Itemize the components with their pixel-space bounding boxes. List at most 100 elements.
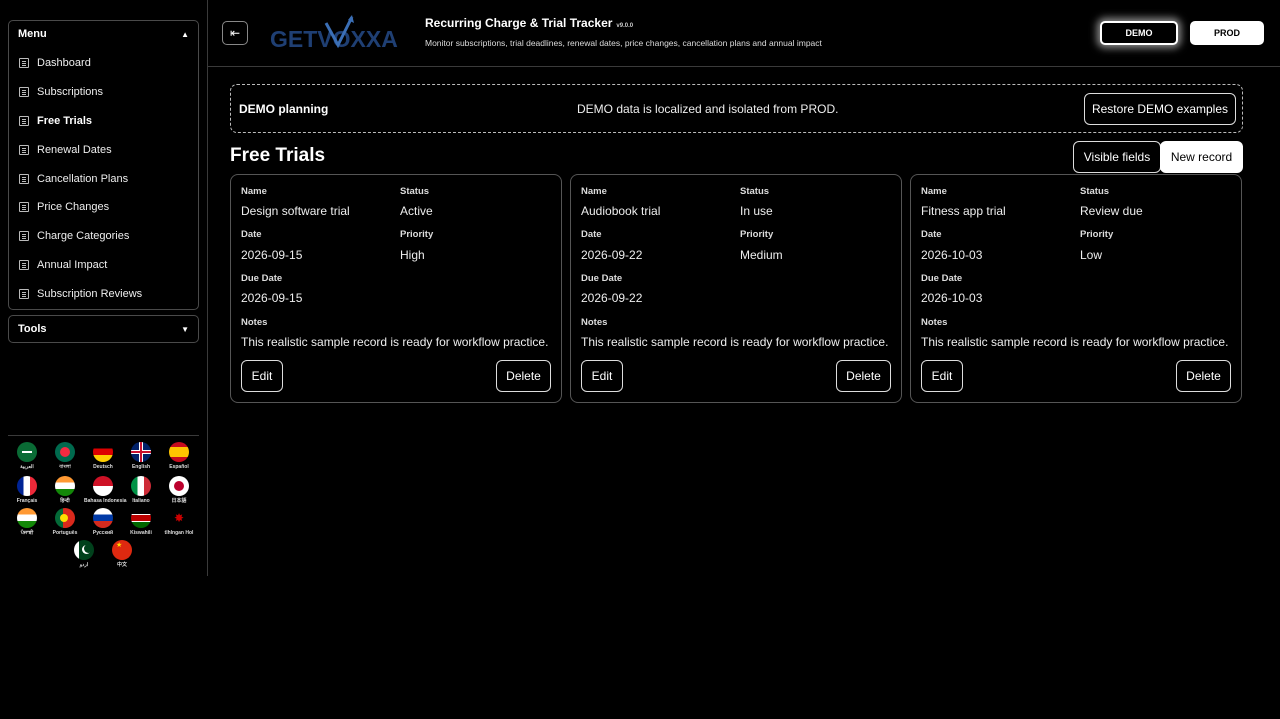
date-label: Date <box>921 229 942 240</box>
demo-env-button[interactable]: DEMO <box>1100 21 1178 45</box>
due-date-label: Due Date <box>241 273 283 284</box>
language-label: العربية <box>20 464 34 470</box>
edit-button[interactable]: Edit <box>241 360 283 392</box>
menu-label: Menu <box>18 28 47 40</box>
language-chinese[interactable]: ★ 中文 <box>103 540 141 568</box>
language-label: 中文 <box>116 562 127 568</box>
klingon-emblem-icon: ✸ <box>169 508 189 528</box>
document-icon <box>19 87 29 98</box>
document-icon <box>19 259 29 270</box>
language-punjabi[interactable]: ਪੰਜਾਬੀ <box>8 508 46 536</box>
banner-message: DEMO data is localized and isolated from… <box>577 102 839 116</box>
uk-flag-icon <box>131 442 151 462</box>
record-card: Name Audiobook trial Status In use Date … <box>570 174 902 403</box>
notes-label: Notes <box>241 317 268 328</box>
germany-flag-icon <box>93 442 113 462</box>
sidebar-item-label: Free Trials <box>37 114 93 127</box>
sidebar-item-label: Subscriptions <box>37 86 104 99</box>
language-bengali[interactable]: বাংলা <box>46 442 84 470</box>
language-klingon[interactable]: ✸ tlhIngan Hol <box>160 508 198 536</box>
language-russian[interactable]: Русский <box>84 508 122 536</box>
language-swahili[interactable]: Kiswahili <box>122 508 160 536</box>
banner-title: DEMO planning <box>239 102 329 116</box>
edit-button[interactable]: Edit <box>581 360 623 392</box>
notes-label: Notes <box>581 317 608 328</box>
tools-header[interactable]: Tools ▼ <box>9 316 198 342</box>
language-japanese[interactable]: 日本語 <box>160 476 198 504</box>
prod-env-button[interactable]: PROD <box>1190 21 1264 45</box>
sidebar: Menu ▲ Dashboard Subscriptions Free Tria… <box>0 0 208 576</box>
name-label: Name <box>921 186 947 197</box>
language-arabic[interactable]: العربية <box>8 442 46 470</box>
status-label: Status <box>1080 186 1110 197</box>
bangladesh-flag-icon <box>55 442 75 462</box>
language-label: Bahasa Indonesia <box>84 498 127 504</box>
sidebar-item-label: Dashboard <box>37 57 91 70</box>
language-label: Русский <box>92 530 114 536</box>
app: Menu ▲ Dashboard Subscriptions Free Tria… <box>0 0 1280 719</box>
kenya-flag-icon <box>131 508 151 528</box>
language-hindi[interactable]: हिन्दी <box>46 476 84 504</box>
menu-panel: Menu ▲ Dashboard Subscriptions Free Tria… <box>8 20 199 310</box>
record-card: Name Design software trial Status Active… <box>230 174 562 403</box>
delete-button[interactable]: Delete <box>496 360 551 392</box>
language-label: English <box>131 464 151 470</box>
sidebar-item-annual-impact[interactable]: Annual Impact <box>9 251 198 280</box>
name-value: Fitness app trial <box>921 204 1006 218</box>
language-spanish[interactable]: Español <box>160 442 198 470</box>
language-german[interactable]: Deutsch <box>84 442 122 470</box>
language-label: اردو <box>79 562 89 568</box>
india-flag-icon <box>55 476 75 496</box>
priority-label: Priority <box>400 229 434 240</box>
language-italian[interactable]: Italiano <box>122 476 160 504</box>
pakistan-flag-icon <box>74 540 94 560</box>
japan-flag-icon <box>169 476 189 496</box>
collapse-sidebar-button[interactable]: ⇤ <box>222 21 248 45</box>
new-record-button[interactable]: New record <box>1160 141 1243 173</box>
sidebar-item-charge-categories[interactable]: Charge Categories <box>9 222 198 251</box>
russia-flag-icon <box>93 508 113 528</box>
language-french[interactable]: Français <box>8 476 46 504</box>
app-title: Recurring Charge & Trial Tracker v9.0.0 <box>425 16 633 30</box>
demo-banner: DEMO planning DEMO data is localized and… <box>230 84 1243 133</box>
status-value: In use <box>740 204 773 218</box>
language-indonesian[interactable]: Bahasa Indonesia <box>84 476 127 504</box>
date-value: 2026-09-22 <box>581 248 643 262</box>
date-value: 2026-10-03 <box>921 248 983 262</box>
document-icon <box>19 231 29 242</box>
document-icon <box>19 173 29 184</box>
restore-demo-button[interactable]: Restore DEMO examples <box>1084 93 1236 125</box>
divider <box>8 435 199 436</box>
document-icon <box>19 288 29 299</box>
delete-button[interactable]: Delete <box>1176 360 1231 392</box>
edit-button[interactable]: Edit <box>921 360 963 392</box>
date-label: Date <box>241 229 262 240</box>
tools-panel[interactable]: Tools ▼ <box>8 315 199 343</box>
china-flag-icon: ★ <box>112 540 132 560</box>
sidebar-item-label: Annual Impact <box>37 258 108 271</box>
sidebar-item-subscription-reviews[interactable]: Subscription Reviews <box>9 279 198 308</box>
delete-button[interactable]: Delete <box>836 360 891 392</box>
language-portuguese[interactable]: Português <box>46 508 84 536</box>
sidebar-item-price-changes[interactable]: Price Changes <box>9 193 198 222</box>
sidebar-item-renewal-dates[interactable]: Renewal Dates <box>9 135 198 164</box>
menu-header[interactable]: Menu ▲ <box>9 21 198 47</box>
language-urdu[interactable]: اردو <box>65 540 103 568</box>
notes-value: This realistic sample record is ready fo… <box>241 335 549 349</box>
language-label: বাংলা <box>59 464 71 470</box>
language-english[interactable]: English <box>122 442 160 470</box>
status-label: Status <box>740 186 770 197</box>
sidebar-item-dashboard[interactable]: Dashboard <box>9 49 198 78</box>
sidebar-item-free-trials[interactable]: Free Trials <box>9 107 198 136</box>
sidebar-item-cancellation-plans[interactable]: Cancellation Plans <box>9 164 198 193</box>
language-label: tlhIngan Hol <box>164 530 194 536</box>
name-label: Name <box>241 186 267 197</box>
visible-fields-button[interactable]: Visible fields <box>1073 141 1161 173</box>
notes-value: This realistic sample record is ready fo… <box>581 335 889 349</box>
app-version: v9.0.0 <box>616 23 634 29</box>
priority-value: Medium <box>740 248 783 262</box>
status-label: Status <box>400 186 430 197</box>
sidebar-item-subscriptions[interactable]: Subscriptions <box>9 78 198 107</box>
language-label: Português <box>52 530 78 536</box>
tools-label: Tools <box>18 323 47 335</box>
